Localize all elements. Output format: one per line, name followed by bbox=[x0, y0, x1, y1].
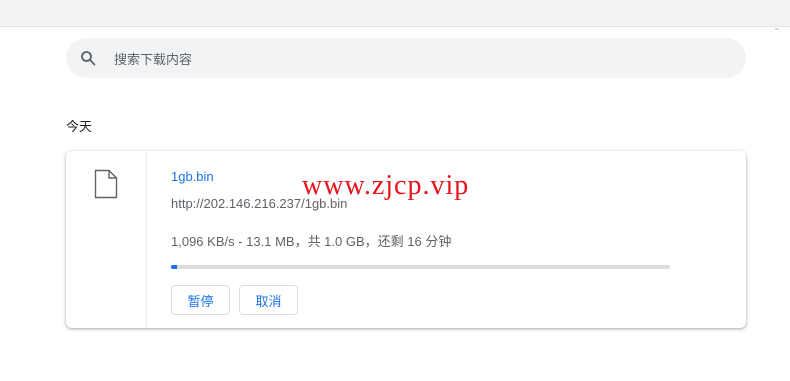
download-progress-fill bbox=[171, 265, 178, 269]
scrollbar-indicator[interactable] bbox=[775, 28, 779, 30]
search-icon[interactable] bbox=[80, 50, 96, 66]
search-bar[interactable] bbox=[66, 38, 746, 78]
card-divider bbox=[146, 151, 147, 328]
search-input[interactable] bbox=[112, 48, 716, 70]
pause-button[interactable]: 暂停 bbox=[171, 285, 230, 315]
cancel-button[interactable]: 取消 bbox=[239, 285, 298, 315]
top-bar bbox=[0, 0, 790, 27]
file-name-link[interactable]: 1gb.bin bbox=[171, 169, 214, 184]
file-icon bbox=[94, 169, 118, 199]
watermark-text: www.zjcp.vip bbox=[302, 170, 470, 201]
download-progress-bar bbox=[171, 265, 670, 269]
download-status-text: 1,096 KB/s - 13.1 MB，共 1.0 GB，还剩 16 分钟 bbox=[171, 234, 452, 249]
section-title-today: 今天 bbox=[66, 119, 93, 134]
